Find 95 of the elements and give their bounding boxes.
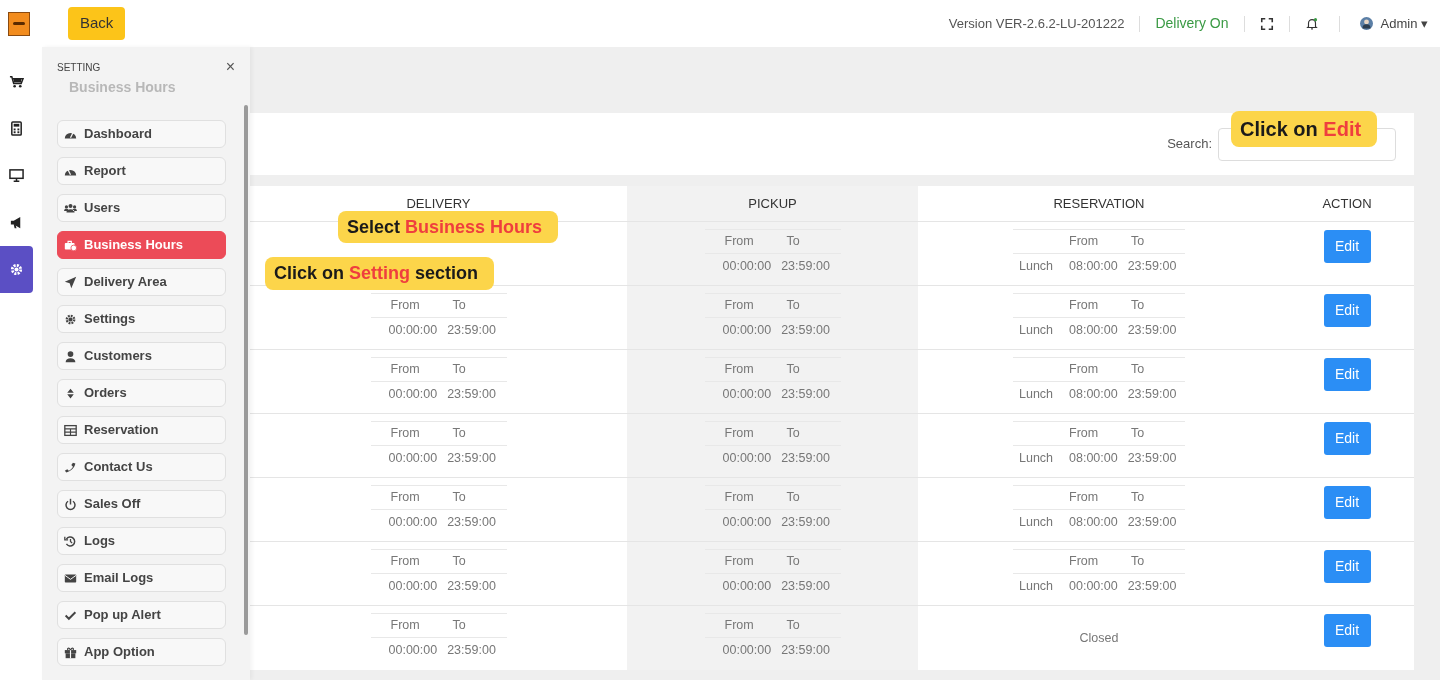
column-header: DELIVERY — [406, 194, 471, 213]
to-time: 23:59:00 — [1127, 257, 1177, 275]
to-label: To — [786, 360, 800, 378]
to-label: To — [452, 617, 466, 635]
to-time: 23:59:00 — [781, 257, 830, 275]
to-time: 23:59:00 — [447, 642, 496, 660]
callout-text: Select Business Hours — [347, 215, 543, 239]
from-time: 00:00:00 — [388, 321, 438, 339]
from-time: 00:00:00 — [722, 257, 772, 275]
callout-text: Click on Edit — [1240, 117, 1362, 142]
from-label: From — [1069, 552, 1100, 570]
to-label: To — [786, 488, 800, 506]
to-label: To — [1131, 424, 1145, 442]
from-time: 08:00:00 — [1069, 449, 1118, 467]
callout-text: Click on Setting section — [274, 262, 479, 285]
from-label: From — [1069, 488, 1100, 506]
from-time: 00:00:00 — [722, 642, 772, 660]
page-title: Business Hours — [69, 78, 177, 97]
to-label: To — [452, 360, 466, 378]
to-time: 23:59:00 — [781, 513, 830, 531]
meal-label: Lunch — [1019, 257, 1055, 275]
to-label: To — [1131, 552, 1145, 570]
version-text: Version VER-2.6.2-LU-201222 — [948, 14, 1125, 33]
to-label: To — [452, 424, 466, 442]
search-label: Search: — [1167, 135, 1212, 154]
to-time: 23:59:00 — [781, 385, 830, 403]
from-label: From — [390, 488, 421, 506]
to-label: To — [786, 232, 800, 250]
from-label: From — [390, 617, 421, 635]
from-label: From — [1069, 360, 1100, 378]
to-time: 23:59:00 — [447, 513, 496, 531]
from-time: 00:00:00 — [722, 385, 772, 403]
meal-label: Lunch — [1019, 321, 1055, 339]
meal-label: Lunch — [1019, 577, 1055, 595]
to-label: To — [1131, 296, 1145, 314]
from-label: From — [1069, 232, 1100, 250]
from-time: 00:00:00 — [388, 642, 438, 660]
to-time: 23:59:00 — [1127, 385, 1177, 403]
meal-label: Lunch — [1019, 513, 1055, 531]
to-time: 23:59:00 — [781, 321, 830, 339]
to-label: To — [786, 552, 800, 570]
to-time: 23:59:00 — [1127, 513, 1177, 531]
to-label: To — [452, 488, 466, 506]
from-time: 00:00:00 — [722, 513, 772, 531]
from-label: From — [724, 552, 755, 570]
column-header: ACTION — [1322, 194, 1372, 213]
to-time: 23:59:00 — [447, 577, 496, 595]
meal-label: Lunch — [1019, 385, 1055, 403]
from-time: 00:00:00 — [388, 513, 438, 531]
from-label: From — [724, 424, 755, 442]
to-time: 23:59:00 — [447, 385, 496, 403]
to-time: 23:59:00 — [781, 642, 830, 660]
from-time: 08:00:00 — [1069, 385, 1118, 403]
from-label: From — [724, 617, 755, 635]
from-time: 00:00:00 — [1069, 577, 1118, 595]
from-time: 00:00:00 — [722, 577, 772, 595]
from-time: 00:00:00 — [388, 385, 438, 403]
to-time: 23:59:00 — [447, 321, 496, 339]
column-header: PICKUP — [748, 194, 797, 213]
delivery-status: Delivery On — [1155, 14, 1229, 33]
to-label: To — [452, 552, 466, 570]
panel-title: SETTING — [57, 60, 101, 75]
from-time: 00:00:00 — [388, 577, 438, 595]
to-label: To — [786, 296, 800, 314]
to-time: 23:59:00 — [1127, 577, 1177, 595]
from-time: 00:00:00 — [388, 449, 438, 467]
to-label: To — [1131, 232, 1145, 250]
from-label: From — [390, 552, 421, 570]
from-label: From — [390, 360, 421, 378]
from-label: From — [724, 232, 755, 250]
from-time: 08:00:00 — [1069, 513, 1118, 531]
to-label: To — [1131, 488, 1145, 506]
to-time: 23:59:00 — [781, 577, 830, 595]
from-label: From — [724, 296, 755, 314]
to-time: 23:59:00 — [781, 449, 830, 467]
closed-text: Closed — [1079, 629, 1119, 647]
from-label: From — [724, 488, 755, 506]
from-label: From — [1069, 296, 1100, 314]
from-time: 08:00:00 — [1069, 257, 1118, 275]
from-time: 00:00:00 — [722, 321, 772, 339]
column-header: RESERVATION — [1053, 194, 1145, 213]
meal-label: Lunch — [1019, 449, 1055, 467]
from-label: From — [390, 424, 421, 442]
to-label: To — [452, 296, 466, 314]
from-label: From — [724, 360, 755, 378]
to-label: To — [786, 424, 800, 442]
to-time: 23:59:00 — [1127, 449, 1177, 467]
from-label: From — [390, 296, 421, 314]
to-time: 23:59:00 — [447, 449, 496, 467]
to-label: To — [786, 617, 800, 635]
from-time: 08:00:00 — [1069, 321, 1118, 339]
to-label: To — [1131, 360, 1145, 378]
from-label: From — [1069, 424, 1100, 442]
from-time: 00:00:00 — [722, 449, 772, 467]
to-time: 23:59:00 — [1127, 321, 1177, 339]
